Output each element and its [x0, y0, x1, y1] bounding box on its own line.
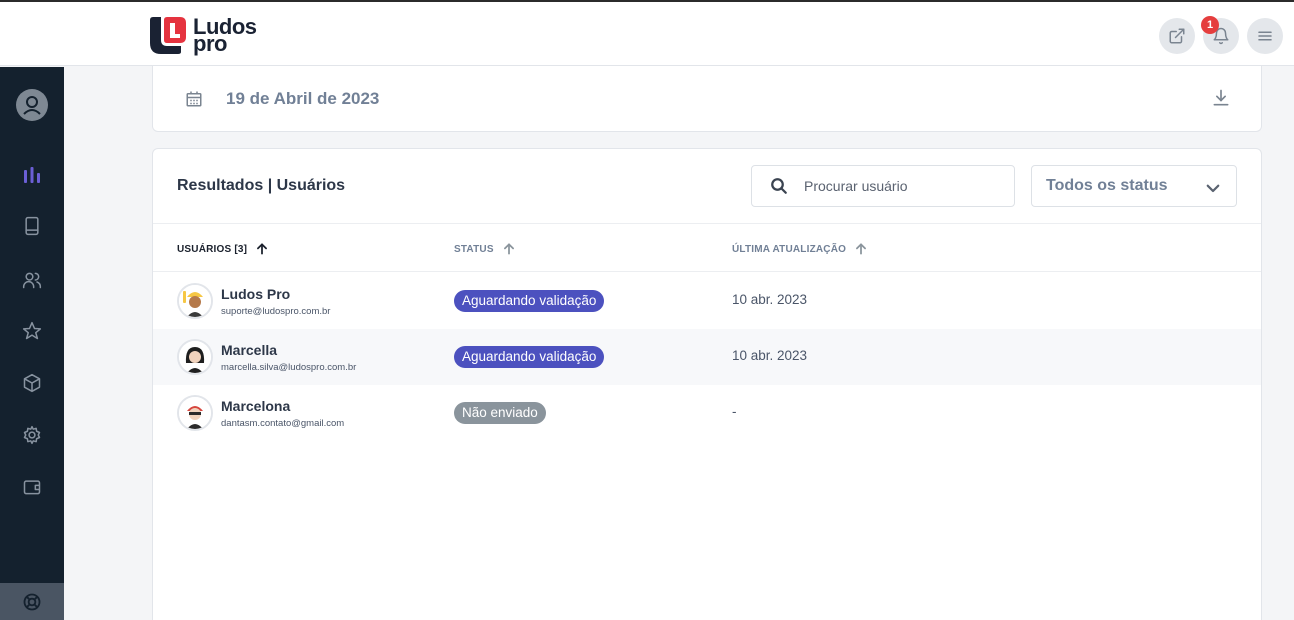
sidebar-item-reports[interactable] — [0, 157, 64, 193]
ludos-pro-logo[interactable]: Ludos pro — [147, 13, 257, 57]
avatar — [177, 283, 213, 319]
top-header: Ludos pro 1 — [0, 0, 1294, 66]
external-link-icon — [1169, 28, 1185, 44]
sidebar-item-help[interactable] — [0, 583, 64, 620]
status-badge: Aguardando validação — [454, 290, 605, 312]
user-avatar-illustration — [179, 397, 211, 429]
user-avatar-icon — [16, 89, 48, 121]
table-header: USUÁRIOS [3] STATUS ÚLTIMA ATUALIZAÇÃO — [153, 223, 1261, 272]
report-date: 19 de Abril de 2023 — [226, 89, 380, 108]
sidebar-item-wallet[interactable] — [0, 469, 64, 505]
user-name: Marcelona — [221, 398, 291, 414]
table-row[interactable]: Marcelona dantasm.contato@gmail.com Não … — [153, 385, 1261, 441]
search-icon — [771, 178, 787, 194]
user-name: Ludos Pro — [221, 286, 291, 302]
download-icon[interactable] — [1211, 88, 1231, 108]
results-title: Resultados | Usuários — [177, 177, 346, 194]
sort-arrow-up-icon — [856, 243, 867, 255]
user-email: dantasm.contato@gmail.com — [221, 418, 345, 429]
notification-count-badge: 1 — [1201, 16, 1219, 34]
user-email: suporte@ludospro.com.br — [221, 306, 331, 317]
chevron-down-icon — [1206, 184, 1220, 193]
status-badge: Aguardando validação — [454, 346, 605, 368]
user-name: Marcella — [221, 342, 278, 358]
search-input[interactable] — [804, 178, 1004, 194]
last-updated: 10 abr. 2023 — [732, 292, 808, 307]
column-header-users-label: USUÁRIOS [3] — [177, 243, 248, 255]
column-header-updated-label: ÚLTIMA ATUALIZAÇÃO — [732, 243, 847, 255]
avatar — [177, 339, 213, 375]
column-header-status[interactable]: STATUS — [454, 242, 516, 256]
users-icon — [22, 272, 42, 289]
star-icon — [22, 321, 42, 340]
wallet-icon — [23, 480, 41, 495]
status-filter-value: Todos os status — [1046, 177, 1168, 194]
menu-button[interactable] — [1247, 18, 1283, 54]
search-box[interactable] — [751, 165, 1015, 207]
table-row[interactable]: Ludos Pro suporte@ludospro.com.br Aguard… — [153, 273, 1261, 329]
gear-icon — [23, 425, 41, 445]
sidebar-item-favorites[interactable] — [0, 313, 64, 349]
hamburger-menu-icon — [1258, 31, 1272, 41]
table-row[interactable]: Marcella marcella.silva@ludospro.com.br … — [153, 329, 1261, 385]
sidebar — [0, 67, 64, 620]
user-avatar-illustration — [179, 341, 211, 373]
sidebar-item-products[interactable] — [0, 365, 64, 401]
user-email: marcella.silva@ludospro.com.br — [221, 362, 357, 373]
sidebar-item-settings[interactable] — [0, 417, 64, 453]
logo-mark-icon — [150, 17, 186, 54]
user-avatar-illustration — [179, 285, 211, 317]
sort-arrow-up-icon — [257, 243, 268, 255]
results-card: Resultados | Usuários Todos os status US… — [152, 148, 1262, 620]
sidebar-item-users[interactable] — [0, 262, 64, 298]
column-header-updated[interactable]: ÚLTIMA ATUALIZAÇÃO — [732, 242, 868, 256]
last-updated: 10 abr. 2023 — [732, 348, 808, 363]
last-updated: - — [732, 404, 737, 419]
column-header-users[interactable]: USUÁRIOS [3] — [177, 242, 269, 256]
sidebar-item-courses[interactable] — [0, 208, 64, 244]
column-header-status-label: STATUS — [454, 243, 494, 255]
sort-arrow-up-icon — [503, 243, 514, 255]
calendar-icon — [186, 91, 202, 107]
status-filter-select[interactable]: Todos os status — [1031, 165, 1237, 207]
book-icon — [25, 216, 39, 236]
status-badge: Não enviado — [454, 402, 546, 424]
date-card: 19 de Abril de 2023 — [152, 66, 1262, 132]
help-lifebuoy-icon — [23, 593, 41, 610]
avatar — [177, 395, 213, 431]
external-link-button[interactable] — [1159, 18, 1195, 54]
cube-icon — [23, 373, 41, 393]
notifications-button[interactable]: 1 — [1201, 16, 1239, 54]
logo-wordmark: Ludos pro — [193, 16, 257, 55]
bar-chart-icon — [24, 167, 40, 183]
sidebar-item-profile[interactable] — [0, 87, 64, 123]
